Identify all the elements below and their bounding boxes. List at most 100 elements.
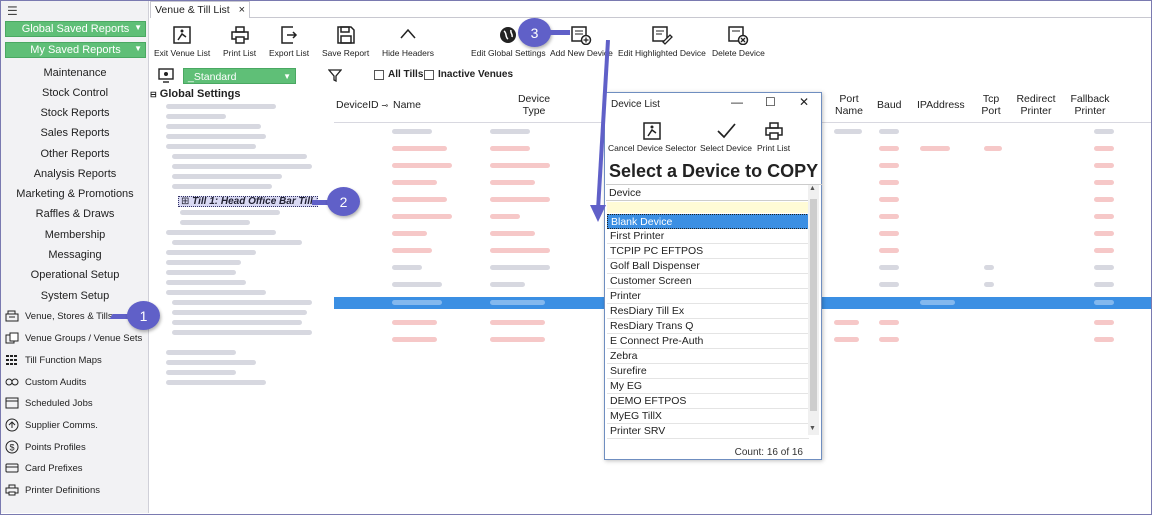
sidebar-item-scheduled-jobs[interactable]: Scheduled Jobs [4, 394, 149, 412]
view-select[interactable]: _Standard ▼ [183, 68, 296, 84]
my-saved-reports-label: My Saved Reports [30, 44, 121, 56]
filter-icon[interactable] [327, 68, 343, 85]
sidebar-item-label: Supplier Comms. [25, 419, 98, 431]
sidebar-item-membership[interactable]: Membership [1, 229, 149, 241]
global-saved-reports-label: Global Saved Reports [21, 23, 130, 35]
view-selector-icon[interactable] [158, 68, 176, 87]
edit-highlighted-label: Edit Highlighted Device [618, 48, 706, 58]
sidebar-item-stock-control[interactable]: Stock Control [1, 87, 149, 99]
sidebar-item-messaging[interactable]: Messaging [1, 249, 149, 261]
delete-device-button[interactable]: Delete Device [712, 25, 765, 58]
dialog-print-list-button[interactable]: Print List [757, 121, 790, 153]
inactive-venues-checkbox[interactable]: Inactive Venues [424, 69, 513, 80]
list-item[interactable]: Surefire [607, 364, 809, 379]
column-header-tcp-port[interactable]: Tcp Port [980, 93, 1002, 117]
tab-venue-till-list[interactable]: Venue & Till List × [150, 1, 250, 18]
sidebar-item-custom-audits[interactable]: Custom Audits [4, 373, 149, 391]
list-item[interactable]: First Printer [607, 229, 809, 244]
list-item[interactable]: MyEG TillX [607, 409, 809, 424]
checkbox-box[interactable] [424, 69, 434, 80]
sidebar: ☰ Global Saved Reports ▼ My Saved Report… [1, 1, 149, 513]
column-header-redirect-printer[interactable]: Redirect Printer [1016, 93, 1056, 117]
cancel-device-selector-button[interactable]: Cancel Device Selector [608, 121, 696, 153]
column-header-fallback-printer[interactable]: Fallback Printer [1070, 93, 1110, 117]
tree-root[interactable]: ⊟ Global Settings [150, 88, 240, 100]
sidebar-item-other-reports[interactable]: Other Reports [1, 148, 149, 160]
my-saved-reports-button[interactable]: My Saved Reports ▼ [5, 42, 146, 58]
all-tills-label: All Tills [388, 69, 424, 80]
view-select-value: _Standard [188, 71, 237, 83]
column-header-device-type[interactable]: Device Type [514, 93, 554, 117]
exit-venue-list-button[interactable]: Exit Venue List [154, 25, 210, 58]
print-list-button[interactable]: Print List [223, 25, 256, 58]
hamburger-icon[interactable]: ☰ [7, 4, 18, 18]
column-header-name[interactable]: Name [393, 99, 421, 111]
scroll-down-icon[interactable]: ▼ [809, 425, 816, 432]
sidebar-item-points-profiles[interactable]: $ Points Profiles [4, 438, 149, 456]
list-item[interactable]: DEMO EFTPOS [607, 394, 809, 409]
close-icon[interactable]: ✕ [799, 95, 809, 109]
column-header-port-name[interactable]: Port Name [834, 93, 864, 117]
inactive-venues-label: Inactive Venues [438, 69, 514, 80]
sidebar-item-supplier-comms[interactable]: Supplier Comms. [4, 416, 149, 434]
close-icon[interactable]: × [239, 2, 245, 18]
list-item[interactable]: Printer [607, 289, 809, 304]
list-item[interactable]: ResDiary Till Ex [607, 304, 809, 319]
calendar-icon [4, 396, 20, 410]
sidebar-item-operational-setup[interactable]: Operational Setup [1, 269, 149, 281]
device-list[interactable]: Device Blank Device First Printer TCPIP … [606, 184, 822, 439]
export-list-button[interactable]: Export List [269, 25, 309, 58]
list-item[interactable]: Customer Screen [607, 274, 809, 289]
sidebar-item-raffles[interactable]: Raffles & Draws [1, 208, 149, 220]
cancel-label: Cancel Device Selector [608, 143, 697, 153]
venue-tree[interactable]: ⊟ Global Settings ⊞ Till 1: Head Office … [150, 86, 333, 514]
select-device-button[interactable]: Select Device [700, 121, 752, 153]
device-column-header[interactable]: Device [606, 185, 810, 201]
checkbox-box[interactable] [374, 69, 384, 80]
list-item[interactable]: E Connect Pre-Auth [607, 334, 809, 349]
tree-root-label: Global Settings [159, 88, 241, 100]
list-item[interactable]: ResDiary Trans Q [607, 319, 809, 334]
delete-device-icon [728, 26, 749, 45]
list-item[interactable]: My EG [607, 379, 809, 394]
audit-icon [4, 375, 20, 389]
callout-2: 2 [327, 187, 360, 216]
list-scrollbar[interactable]: ▲ ▼ [808, 185, 819, 435]
venue-groups-icon [4, 331, 20, 345]
tree-item-selected-till[interactable]: ⊞ Till 1: Head Office Bar Till 1 [178, 196, 318, 207]
global-saved-reports-button[interactable]: Global Saved Reports ▼ [5, 21, 146, 37]
sidebar-item-stock-reports[interactable]: Stock Reports [1, 107, 149, 119]
all-tills-checkbox[interactable]: All Tills [374, 69, 423, 80]
list-item[interactable]: TCPIP PC EFTPOS [607, 244, 809, 259]
sidebar-item-maintenance[interactable]: Maintenance [1, 67, 149, 79]
export-icon [281, 26, 298, 44]
scroll-up-icon[interactable]: ▲ [809, 185, 816, 192]
sidebar-item-analysis-reports[interactable]: Analysis Reports [1, 168, 149, 180]
column-header-ipaddress[interactable]: IPAddress [917, 99, 965, 111]
sidebar-item-till-function-maps[interactable]: Till Function Maps [4, 351, 149, 369]
minimize-icon[interactable]: — [731, 95, 743, 109]
sidebar-item-printer-definitions[interactable]: Printer Definitions [4, 481, 149, 499]
sidebar-item-venue-groups[interactable]: Venue Groups / Venue Sets [4, 329, 149, 347]
sidebar-item-system-setup[interactable]: System Setup [1, 290, 149, 302]
column-header-baud[interactable]: Baud [877, 99, 902, 111]
column-header-deviceid[interactable]: DeviceID ⊸ [336, 99, 388, 112]
edit-highlighted-device-button[interactable]: Edit Highlighted Device [618, 25, 706, 58]
callout-pointer [548, 30, 570, 35]
sidebar-item-marketing[interactable]: Marketing & Promotions [1, 188, 149, 200]
list-item[interactable]: Zebra [607, 349, 809, 364]
sidebar-item-sales-reports[interactable]: Sales Reports [1, 127, 149, 139]
sidebar-item-label: Card Prefixes [25, 462, 83, 474]
scrollbar-thumb[interactable] [810, 199, 817, 411]
device-list-dialog: Device List — ☐ ✕ Cancel Device Selector… [604, 92, 822, 460]
list-item[interactable]: Golf Ball Dispenser [607, 259, 809, 274]
maximize-icon[interactable]: ☐ [765, 95, 776, 109]
hide-headers-button[interactable]: Hide Headers [382, 25, 434, 58]
list-filter-row[interactable] [607, 202, 809, 213]
sidebar-item-card-prefixes[interactable]: Card Prefixes [4, 459, 149, 477]
save-label: Save Report [322, 48, 370, 58]
list-item[interactable]: Printer SRV [607, 424, 809, 439]
exit-icon [173, 26, 191, 44]
list-item[interactable]: Blank Device [607, 214, 809, 229]
save-report-button[interactable]: Save Report [322, 25, 369, 58]
